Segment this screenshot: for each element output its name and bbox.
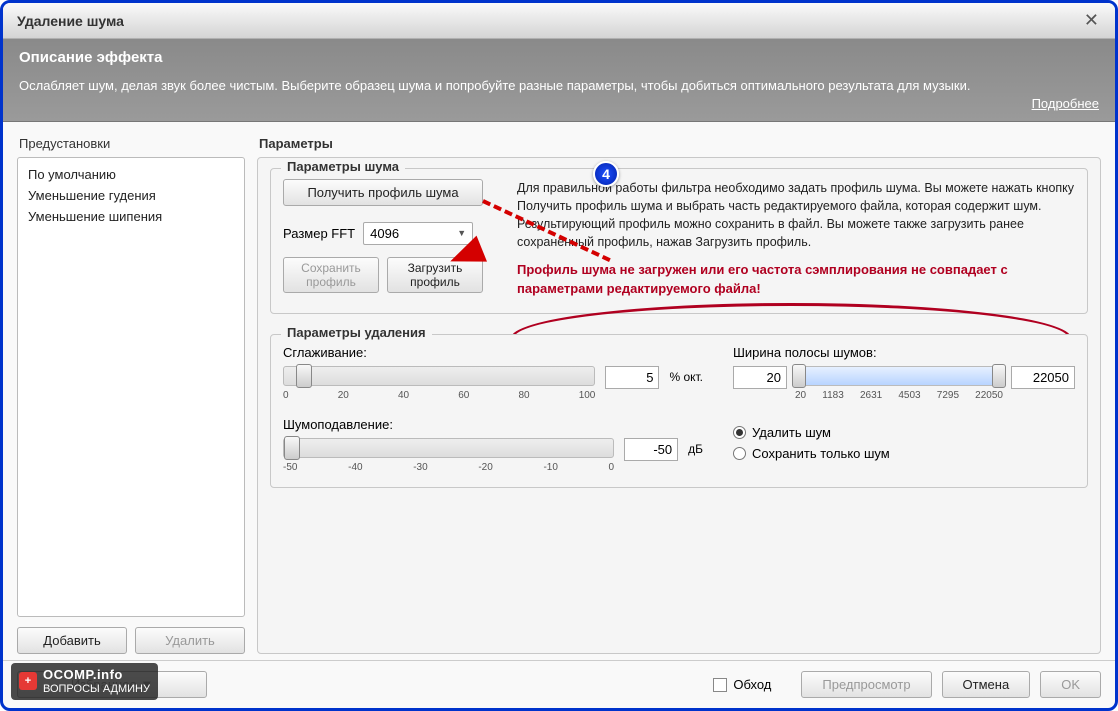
slider-thumb[interactable] (284, 436, 300, 460)
reduction-value[interactable] (624, 438, 678, 461)
slider-thumb[interactable] (296, 364, 312, 388)
noise-help-text: Для правильной работы фильтра необходимо… (517, 179, 1075, 252)
slider-thumb-right[interactable] (992, 364, 1006, 388)
footer: Избранное ▼ Обход Предпросмотр Отмена OK (3, 660, 1115, 708)
cancel-button[interactable]: Отмена (942, 671, 1031, 698)
add-preset-button[interactable]: Добавить (17, 627, 127, 654)
ok-button[interactable]: OK (1040, 671, 1101, 698)
band-slider[interactable] (795, 366, 1003, 386)
dialog-title: Удаление шума (17, 13, 124, 29)
noise-params-fieldset: Параметры шума Получить профиль шума Раз… (270, 168, 1088, 314)
save-profile-button[interactable]: Сохранить профиль (283, 257, 379, 294)
noise-params-legend: Параметры шума (281, 159, 405, 174)
preview-button[interactable]: Предпросмотр (801, 671, 931, 698)
titlebar: Удаление шума ✕ (3, 3, 1115, 39)
presets-list[interactable]: По умолчанию Уменьшение гудения Уменьшен… (17, 157, 245, 618)
radio-icon (733, 447, 746, 460)
removal-legend: Параметры удаления (281, 325, 432, 340)
reduction-label: Шумоподавление: (283, 417, 703, 432)
params-column: Параметры Параметры шума Получить профил… (257, 132, 1101, 655)
slider-thumb-left[interactable] (792, 364, 806, 388)
bypass-checkbox[interactable] (713, 678, 727, 692)
more-link[interactable]: Подробнее (19, 96, 1099, 111)
radio-keep-noise[interactable]: Сохранить только шум (733, 446, 1075, 461)
fft-size-combo[interactable]: 4096 ▼ (363, 222, 473, 245)
watermark-sub: ВОПРОСЫ АДМИНУ (43, 683, 150, 695)
get-noise-profile-button[interactable]: Получить профиль шума (283, 179, 483, 206)
smoothing-slider[interactable] (283, 366, 595, 386)
plus-icon: + (19, 672, 37, 690)
close-icon[interactable]: ✕ (1078, 8, 1105, 33)
radio-remove-noise[interactable]: Удалить шум (733, 425, 1075, 440)
presets-column: Предустановки По умолчанию Уменьшение гу… (17, 132, 245, 655)
dialog-window: Удаление шума ✕ Описание эффекта Ослабля… (0, 0, 1118, 711)
fft-label: Размер FFT (283, 226, 355, 241)
smoothing-ticks: 0 20 40 60 80 100 (283, 390, 595, 401)
profile-warning-text: Профиль шума не загружен или его частота… (517, 261, 1075, 299)
band-high-value[interactable] (1011, 366, 1075, 389)
params-title: Параметры (257, 132, 1101, 157)
reduction-unit: дБ (688, 438, 703, 456)
radio-icon (733, 426, 746, 439)
chevron-down-icon: ▼ (457, 228, 466, 238)
presets-title: Предустановки (17, 132, 245, 157)
fft-value: 4096 (370, 226, 399, 241)
preset-item[interactable]: Уменьшение гудения (26, 185, 236, 206)
smoothing-value[interactable] (605, 366, 659, 389)
watermark: + OCOMP.info ВОПРОСЫ АДМИНУ (11, 663, 158, 700)
preset-item[interactable]: Уменьшение шипения (26, 206, 236, 227)
annotation-badge: 4 (593, 161, 619, 187)
remove-preset-button[interactable]: Удалить (135, 627, 245, 654)
description-title: Описание эффекта (19, 49, 1099, 66)
load-profile-button[interactable]: Загрузить профиль (387, 257, 483, 294)
body-area: Предустановки По умолчанию Уменьшение гу… (3, 122, 1115, 661)
presets-buttons: Добавить Удалить (17, 627, 245, 654)
params-panel: Параметры шума Получить профиль шума Раз… (257, 157, 1101, 655)
description-banner: Описание эффекта Ослабляет шум, делая зв… (3, 39, 1115, 122)
smoothing-unit: % окт. (669, 366, 703, 384)
description-text: Ослабляет шум, делая звук более чистым. … (19, 76, 1099, 96)
preset-item[interactable]: По умолчанию (26, 164, 236, 185)
band-ticks: 20 1183 2631 4503 7295 22050 (795, 390, 1003, 401)
watermark-brand: OCOMP.info (43, 667, 123, 682)
smoothing-label: Сглаживание: (283, 345, 703, 360)
band-label: Ширина полосы шумов: (733, 345, 1075, 360)
reduction-slider[interactable] (283, 438, 614, 458)
removal-params-fieldset: Параметры удаления Сглаживание: (270, 334, 1088, 488)
reduction-ticks: -50 -40 -30 -20 -10 0 (283, 462, 614, 473)
band-low-value[interactable] (733, 366, 787, 389)
bypass-label: Обход (733, 677, 771, 692)
